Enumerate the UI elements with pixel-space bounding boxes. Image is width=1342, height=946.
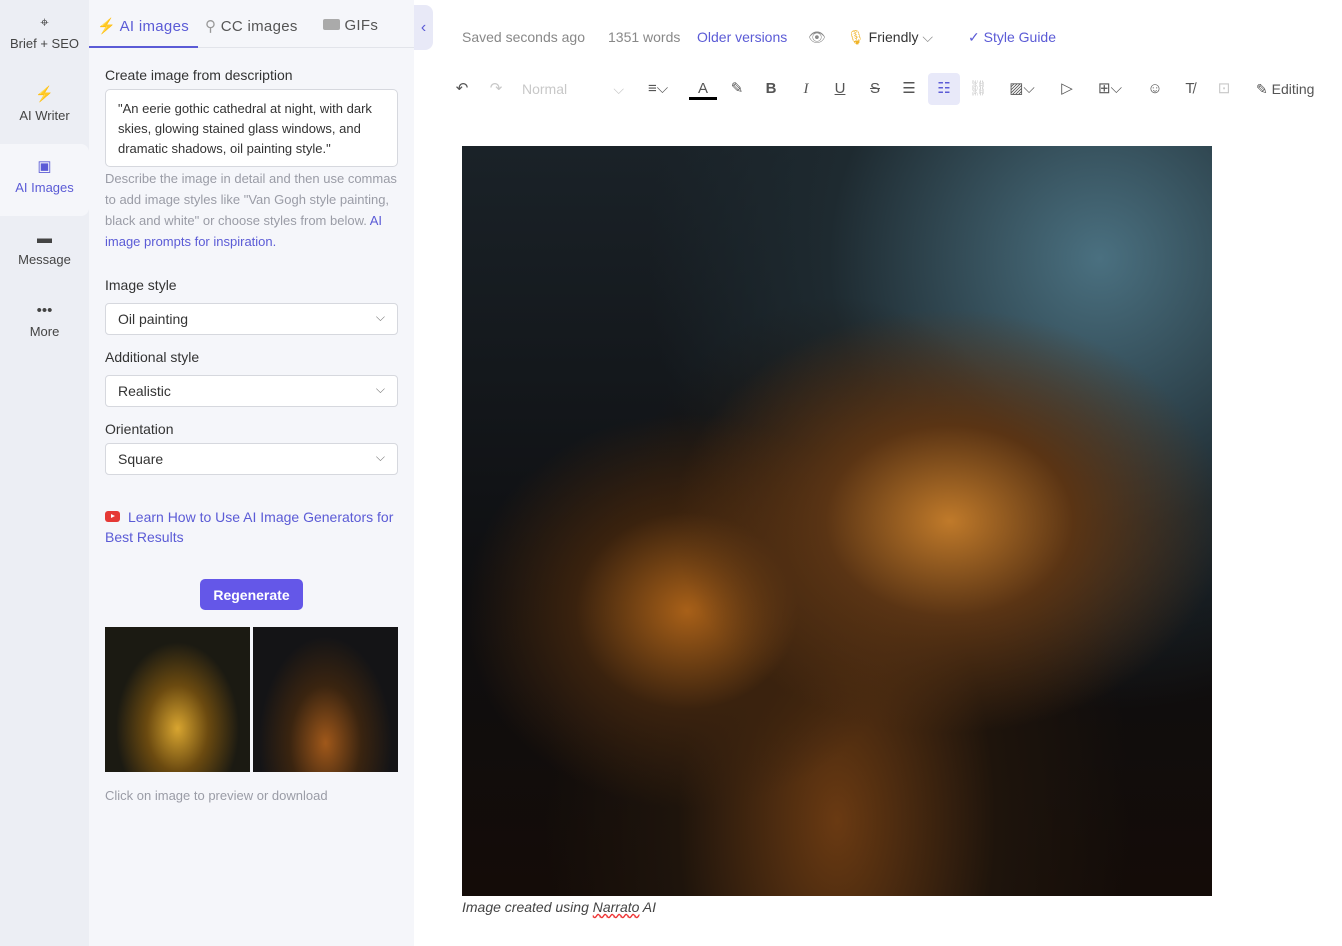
emoji-icon[interactable]: ☺ bbox=[1145, 78, 1165, 100]
comment-icon[interactable]: ⊡ bbox=[1214, 78, 1234, 100]
crosshair-icon: ⌖ bbox=[40, 14, 49, 31]
image-panel: ⚡ AI images ⚲ CC images GIFs Create imag… bbox=[89, 0, 414, 946]
lightning-icon: ⚡ bbox=[97, 18, 116, 35]
format-dropdown[interactable]: Normal ⌵ bbox=[522, 78, 632, 100]
video-icon[interactable]: ▷ bbox=[1057, 78, 1077, 100]
chevron-down-icon: ⌵ bbox=[375, 450, 385, 464]
editing-mode-button[interactable]: ✎ Editing bbox=[1256, 78, 1328, 100]
chevron-down-icon: ⌵ bbox=[375, 382, 385, 396]
pencil-icon: ✎ bbox=[1256, 81, 1268, 97]
collapse-panel-button[interactable]: ‹ bbox=[414, 5, 433, 50]
generated-thumbnail-2[interactable] bbox=[253, 627, 398, 772]
numbered-list-icon[interactable]: ☷ bbox=[928, 73, 960, 105]
italic-icon[interactable]: I bbox=[796, 78, 816, 100]
clear-format-icon[interactable]: T̸ bbox=[1180, 78, 1200, 100]
orientation-select[interactable]: Square ⌵ bbox=[105, 443, 398, 475]
older-versions-link[interactable]: Older versions bbox=[697, 29, 787, 45]
youtube-icon bbox=[105, 511, 120, 522]
more-icon: ••• bbox=[36, 302, 53, 319]
align-dropdown-icon[interactable]: ≡⌵ bbox=[638, 78, 678, 100]
lightning-icon: ⚡ bbox=[35, 86, 54, 103]
chevron-down-icon: ⌵ bbox=[375, 310, 385, 324]
search-icon: ⚲ bbox=[205, 18, 217, 35]
rail-ai-writer[interactable]: ⚡ AI Writer bbox=[0, 72, 89, 144]
additional-style-select[interactable]: Realistic ⌵ bbox=[105, 375, 398, 407]
table-dropdown-icon[interactable]: ⊞⌵ bbox=[1090, 78, 1130, 100]
highlight-icon[interactable]: ✎ bbox=[727, 78, 747, 100]
orientation-label: Orientation bbox=[105, 421, 174, 437]
tab-cc-images[interactable]: ⚲ CC images bbox=[205, 17, 298, 35]
additional-style-label: Additional style bbox=[105, 349, 200, 365]
link-icon[interactable]: ⛓ bbox=[968, 78, 988, 100]
text-color-icon[interactable]: A bbox=[689, 78, 717, 100]
create-label: Create image from description bbox=[105, 67, 293, 83]
tab-ai-images[interactable]: ⚡ AI images bbox=[97, 17, 189, 35]
style-guide-link[interactable]: ✓ Style Guide bbox=[968, 29, 1056, 46]
strikethrough-icon[interactable]: S bbox=[865, 78, 885, 100]
image-style-label: Image style bbox=[105, 277, 177, 293]
generated-thumbnail-1[interactable] bbox=[105, 627, 250, 772]
microphone-icon: 🎙 bbox=[847, 29, 865, 45]
prompt-textarea[interactable]: "An eerie gothic cathedral at night, wit… bbox=[105, 89, 398, 167]
redo-icon[interactable]: ↷ bbox=[486, 78, 506, 100]
image-icon: ▣ bbox=[37, 158, 52, 175]
learn-link[interactable]: Learn How to Use AI Image Generators for… bbox=[105, 507, 405, 547]
word-count: 1351 words bbox=[608, 29, 681, 45]
generated-cathedral-image[interactable] bbox=[462, 146, 1212, 896]
tone-dropdown[interactable]: 🎙 Friendly ⌵ bbox=[847, 29, 933, 46]
chat-icon: ▬ bbox=[37, 230, 52, 247]
rail-ai-images[interactable]: ▣ AI Images bbox=[0, 144, 89, 216]
gif-icon bbox=[323, 19, 340, 30]
panel-tabs: ⚡ AI images ⚲ CC images GIFs bbox=[89, 0, 414, 48]
image-style-select[interactable]: Oil painting ⌵ bbox=[105, 303, 398, 335]
bold-icon[interactable]: B bbox=[761, 78, 781, 100]
rail-brief-seo[interactable]: ⌖ Brief + SEO bbox=[0, 0, 89, 72]
active-tab-indicator bbox=[89, 46, 198, 48]
rail-more[interactable]: ••• More bbox=[0, 288, 89, 360]
regenerate-button[interactable]: Regenerate bbox=[200, 579, 303, 610]
tab-gifs[interactable]: GIFs bbox=[323, 17, 378, 34]
check-circle-icon: ✓ bbox=[968, 29, 980, 45]
save-status: Saved seconds ago bbox=[462, 29, 585, 45]
help-text: Describe the image in detail and then us… bbox=[105, 171, 397, 249]
underline-icon[interactable]: U bbox=[830, 78, 850, 100]
left-rail: ⌖ Brief + SEO ⚡ AI Writer ▣ AI Images ▬ Mess… bbox=[0, 0, 89, 946]
rail-message[interactable]: ▬ Message bbox=[0, 216, 89, 288]
undo-icon[interactable]: ↶ bbox=[452, 78, 472, 100]
image-dropdown-icon[interactable]: ▨⌵ bbox=[1002, 78, 1042, 100]
bullet-list-icon[interactable]: ☰ bbox=[899, 78, 919, 100]
thumbnail-hint: Click on image to preview or download bbox=[105, 788, 328, 803]
chevron-left-icon: ‹ bbox=[420, 19, 427, 36]
image-caption[interactable]: Image created using Narrato AI bbox=[462, 899, 656, 915]
preview-eye-icon[interactable]: 👁 bbox=[808, 29, 826, 46]
